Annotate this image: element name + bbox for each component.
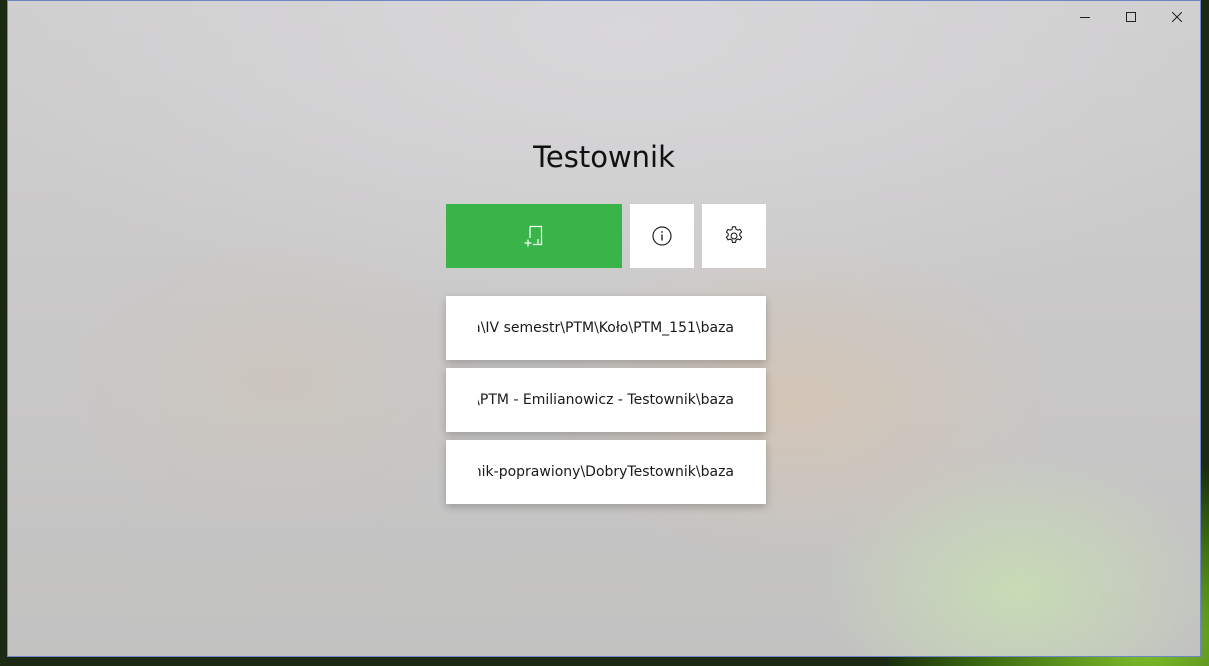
recent-database-path: o\PTM - Emilianowicz - Testownik\baza [478,392,734,408]
settings-button[interactable] [702,204,766,268]
recent-database-item[interactable]: vnik-poprawiony\DobryTestownik\baza [446,440,766,504]
app-title: Testownik [533,140,675,174]
close-icon [1172,12,1182,22]
recent-database-path: a\IV semestr\PTM\Koło\PTM_151\baza [478,320,734,336]
info-icon [652,226,672,246]
maximize-icon [1126,12,1136,22]
recent-databases-list: a\IV semestr\PTM\Koło\PTM_151\baza o\PTM… [446,296,766,512]
info-button[interactable] [630,204,694,268]
close-button[interactable] [1154,1,1200,33]
minimize-button[interactable] [1062,1,1108,33]
recent-database-item[interactable]: a\IV semestr\PTM\Koło\PTM_151\baza [446,296,766,360]
recent-database-item[interactable]: o\PTM - Emilianowicz - Testownik\baza [446,368,766,432]
caption-buttons [1062,1,1200,33]
open-database-button[interactable] [446,204,622,268]
recent-database-path: vnik-poprawiony\DobryTestownik\baza [478,464,734,480]
minimize-icon [1080,17,1090,18]
app-window: Testownik a\IV semestr\PTM\Koło\PTM_151\… [7,0,1201,657]
gear-icon [725,226,743,243]
open-file-icon [524,225,543,247]
maximize-button[interactable] [1108,1,1154,33]
